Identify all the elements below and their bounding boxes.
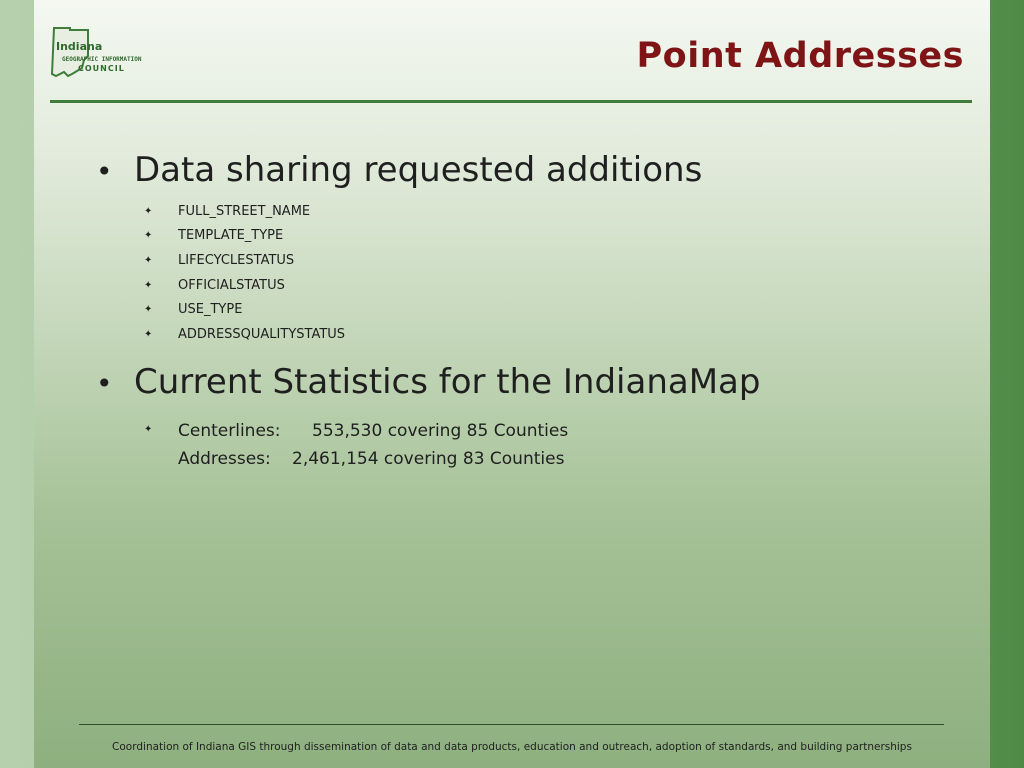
- bullet-dot-icon: •: [96, 367, 113, 400]
- list-item-text: OFFICIALSTATUS: [178, 277, 285, 293]
- star-bullet-icon: ✦: [144, 328, 153, 340]
- stat-row-addresses: Addresses: 2,461,154 covering 83 Counties: [178, 445, 568, 473]
- star-bullet-icon: ✦: [144, 304, 153, 316]
- stat-value: 2,461,154 covering 83 Counties: [292, 449, 565, 469]
- list-item: ✦ TEMPLATE_TYPE: [144, 224, 345, 249]
- list-item-text: FULL_STREET_NAME: [178, 203, 311, 219]
- list-item: ✦ USE_TYPE: [144, 297, 345, 322]
- bullet-text: Current Statistics for the IndianaMap: [134, 362, 761, 402]
- logo-line-1: Indiana: [56, 40, 102, 53]
- slide-title: Point Addresses: [636, 36, 964, 76]
- list-item-text: LIFECYCLESTATUS: [178, 252, 295, 268]
- logo-line-3: COUNCIL: [78, 64, 125, 73]
- slide: Indiana GEOGRAPHIC INFORMATION COUNCIL P…: [34, 0, 990, 768]
- stat-label: Addresses:: [178, 449, 271, 469]
- title-divider: [50, 100, 972, 103]
- statistics-block: ✦ Centerlines: 553,530 covering 85 Counti…: [144, 417, 568, 473]
- star-bullet-icon: ✦: [144, 205, 153, 217]
- slide-frame: Indiana GEOGRAPHIC INFORMATION COUNCIL P…: [0, 0, 1024, 768]
- footer-divider: [79, 724, 944, 725]
- list-item-text: TEMPLATE_TYPE: [178, 228, 284, 244]
- list-item: ✦ ADDRESSQUALITYSTATUS: [144, 322, 345, 347]
- list-item: ✦ OFFICIALSTATUS: [144, 273, 345, 298]
- bullet-data-sharing: • Data sharing requested additions: [96, 150, 702, 190]
- list-item-text: USE_TYPE: [178, 302, 243, 318]
- star-bullet-icon: ✦: [144, 424, 153, 435]
- star-bullet-icon: ✦: [144, 230, 153, 242]
- igic-logo: Indiana GEOGRAPHIC INFORMATION COUNCIL: [50, 27, 142, 78]
- bullet-dot-icon: •: [96, 155, 113, 188]
- additions-list: ✦ FULL_STREET_NAME ✦ TEMPLATE_TYPE ✦ LIFECY…: [144, 199, 345, 347]
- bullet-current-statistics: • Current Statistics for the IndianaMap: [96, 362, 760, 402]
- list-item-text: ADDRESSQUALITYSTATUS: [178, 326, 346, 342]
- stat-label: Centerlines:: [178, 421, 281, 441]
- star-bullet-icon: ✦: [144, 254, 153, 266]
- stat-value: 553,530 covering 85 Counties: [312, 421, 569, 441]
- footer-text: Coordination of Indiana GIS through diss…: [112, 741, 912, 753]
- list-item: ✦ FULL_STREET_NAME: [144, 199, 345, 224]
- list-item: ✦ LIFECYCLESTATUS: [144, 248, 345, 273]
- star-bullet-icon: ✦: [144, 279, 153, 291]
- logo-line-2: GEOGRAPHIC INFORMATION: [62, 56, 142, 63]
- bullet-text: Data sharing requested additions: [134, 150, 703, 190]
- stat-row-centerlines: Centerlines: 553,530 covering 85 Counties: [178, 417, 568, 445]
